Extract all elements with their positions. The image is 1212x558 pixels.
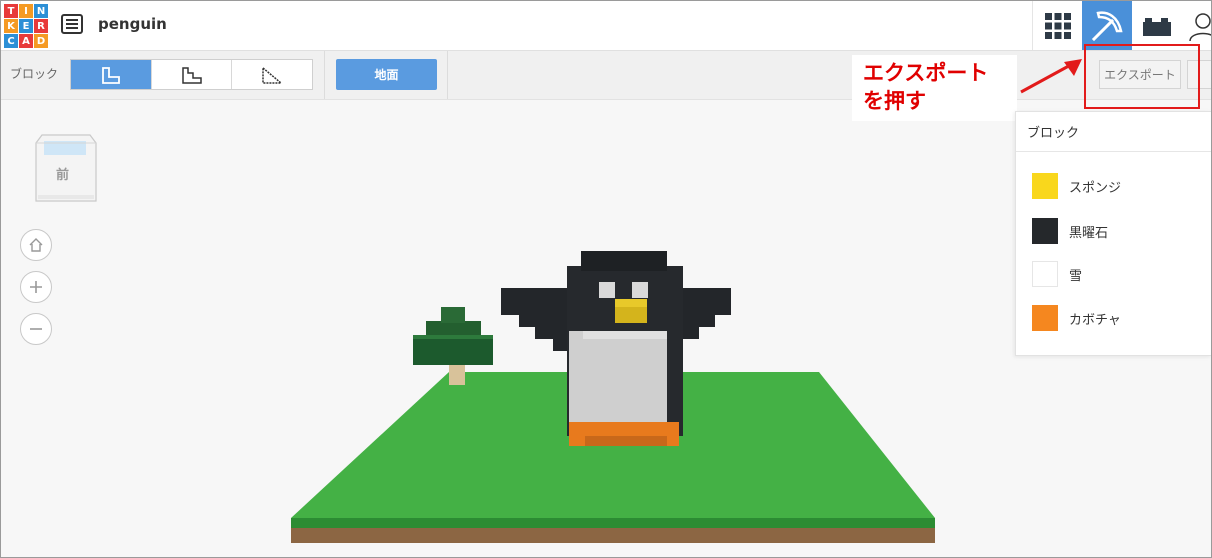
lego-brick-button[interactable] [1132, 1, 1182, 50]
annotation-text: エクスポート を押す [863, 59, 988, 115]
block-item-label: 黒曜石 [1069, 225, 1109, 241]
block-item-pumpkin[interactable]: カボチャ [1032, 305, 1121, 331]
logo-letter: A [19, 34, 33, 48]
color-swatch [1032, 305, 1058, 331]
export-highlight-box [1084, 44, 1200, 109]
zoom-in-button[interactable] [20, 271, 52, 303]
user-icon [1189, 12, 1211, 41]
stair-block-button[interactable] [152, 60, 233, 89]
annotation-line-1: エクスポート [863, 61, 989, 85]
block-item-obsidian[interactable]: 黒曜石 [1032, 218, 1108, 244]
home-view-button[interactable] [20, 229, 52, 261]
logo-letter: C [4, 34, 18, 48]
logo-letter: I [19, 4, 33, 18]
logo-letter: K [4, 19, 18, 33]
logo-letter: R [34, 19, 48, 33]
l-block-icon [101, 66, 120, 84]
minecraft-export-button[interactable] [1082, 1, 1132, 50]
block-shape-selector [70, 59, 313, 90]
slope-block-button[interactable] [232, 60, 312, 89]
logo-letter: N [34, 4, 48, 18]
block-item-label: カボチャ [1069, 312, 1121, 328]
list-menu-icon[interactable] [61, 14, 83, 34]
project-title: penguin [98, 15, 167, 33]
zoom-out-button[interactable] [20, 313, 52, 345]
home-icon [29, 238, 43, 252]
brick-icon [1143, 17, 1171, 36]
app-window: T I N K E R C A D penguin ブロック 地面 エクスポート… [0, 0, 1212, 558]
annotation-line-2: を押す [863, 89, 926, 113]
annotation-arrow [1020, 59, 1082, 94]
color-swatch [1032, 261, 1058, 287]
pickaxe-icon [1091, 10, 1123, 41]
block-item-sponge[interactable]: スポンジ [1032, 173, 1121, 199]
grid-icon [1044, 12, 1071, 39]
tinkercad-logo[interactable]: T I N K E R C A D [4, 4, 48, 48]
stair-block-icon [181, 66, 202, 84]
zoom-out-icon [30, 328, 42, 330]
block-item-label: 雪 [1069, 268, 1083, 284]
view-cube-front-label: 前 [56, 168, 70, 183]
block-list-panel: ブロック スポンジ 黒曜石 雪 カボチャ [1015, 111, 1211, 356]
color-swatch [1032, 173, 1058, 199]
logo-letter: D [34, 34, 48, 48]
color-swatch [1032, 218, 1058, 244]
block-item-label: スポンジ [1069, 180, 1122, 196]
block-tool-label: ブロック [10, 67, 59, 81]
logo-letter: E [19, 19, 33, 33]
logo-letter: T [4, 4, 18, 18]
zoom-in-icon [30, 281, 42, 293]
grid-view-button[interactable] [1032, 1, 1082, 50]
slope-block-icon [262, 65, 284, 84]
user-account-button[interactable] [1182, 1, 1211, 50]
ground-button[interactable]: 地面 [336, 59, 437, 90]
l-block-button[interactable] [71, 60, 152, 89]
top-header: T I N K E R C A D penguin [1, 1, 1211, 51]
panel-title: ブロック [1027, 126, 1080, 141]
block-item-snow[interactable]: 雪 [1032, 261, 1082, 287]
